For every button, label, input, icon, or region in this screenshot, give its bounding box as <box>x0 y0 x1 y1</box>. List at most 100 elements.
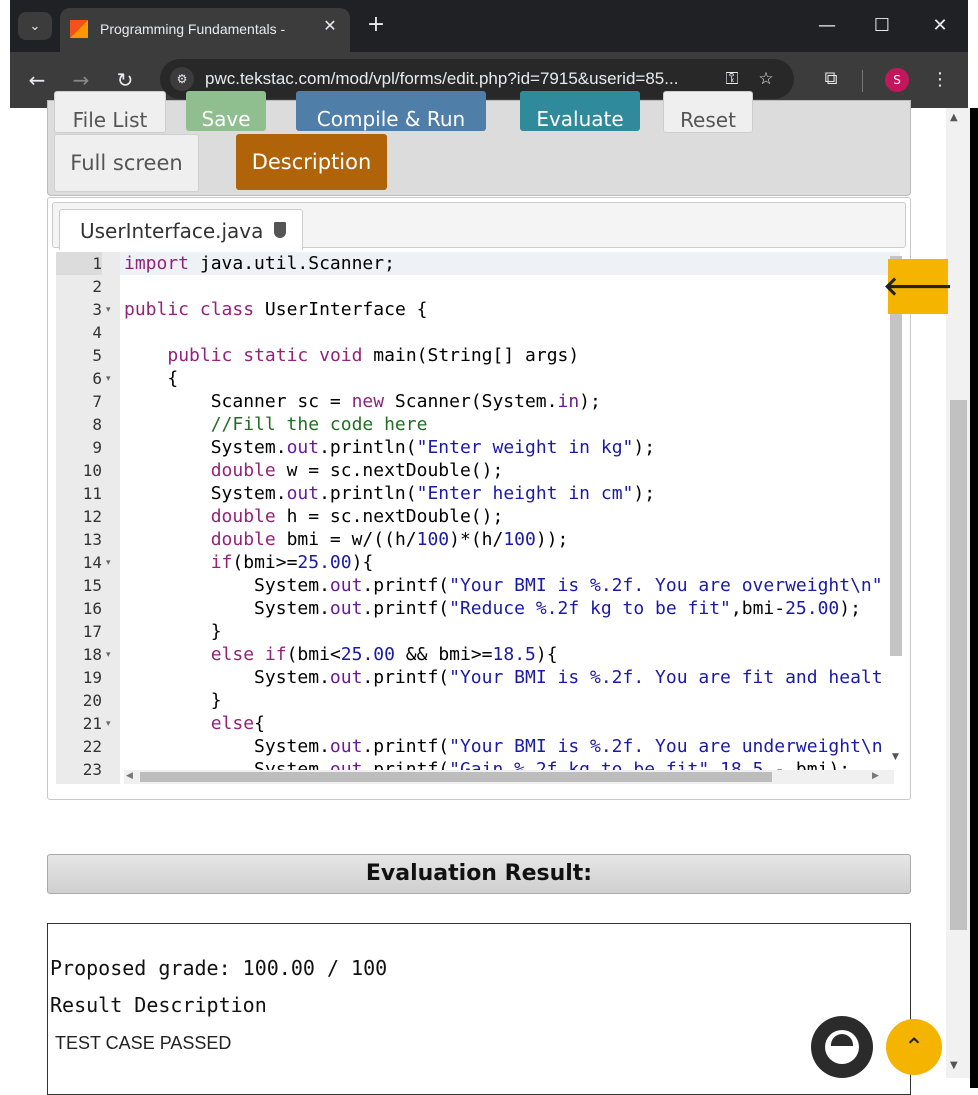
code-line[interactable]: 4 <box>56 321 902 344</box>
code-text[interactable]: } <box>124 689 222 712</box>
code-line[interactable]: 14 ▾ if(bmi>=25.00){ <box>56 551 902 574</box>
site-info-icon[interactable]: ⚙ <box>170 67 194 91</box>
fold-arrow-icon[interactable]: ▾ <box>106 650 111 660</box>
browser-menu-icon[interactable]: ⋮ <box>930 66 950 94</box>
bookmark-star-icon[interactable]: ☆ <box>754 67 778 91</box>
code-line[interactable]: 12 double h = sc.nextDouble(); <box>56 505 902 528</box>
code-text[interactable]: double w = sc.nextDouble(); <box>124 459 504 482</box>
editor-scroll-left-icon[interactable]: ◀ <box>126 771 133 781</box>
code-line[interactable]: 17 } <box>56 620 902 643</box>
code-text[interactable]: System.out.printf("Reduce %.2f kg to be … <box>124 597 861 620</box>
fold-arrow-icon[interactable]: ▾ <box>106 374 111 384</box>
code-text[interactable]: else if(bmi<25.00 && bmi>=18.5){ <box>124 643 558 666</box>
code-line[interactable]: 8 //Fill the code here <box>56 413 902 436</box>
fold-arrow-icon[interactable]: ▾ <box>106 558 111 568</box>
code-line[interactable]: 22 System.out.printf("Your BMI is %.2f. … <box>56 735 902 758</box>
new-tab-button[interactable]: + <box>362 12 390 40</box>
back-button[interactable]: ← <box>22 66 52 96</box>
code-editor[interactable]: 1 import java.util.Scanner; 2 3 ▾ public clas… <box>56 252 902 784</box>
description-button[interactable]: Description <box>236 134 387 190</box>
line-number: 8 <box>92 415 102 434</box>
evaluate-button[interactable]: Evaluate <box>520 91 640 131</box>
line-number: 17 <box>82 622 102 641</box>
help-chat-button[interactable] <box>811 1016 873 1078</box>
code-text[interactable]: System.out.printf("Your BMI is %.2f. You… <box>124 666 883 689</box>
toolbar-divider <box>862 70 863 92</box>
collapse-arrow-button[interactable]: 🡐 <box>883 259 953 314</box>
profile-avatar[interactable]: S <box>885 68 909 92</box>
code-line[interactable]: 11 System.out.println("Enter height in c… <box>56 482 902 505</box>
code-line[interactable]: 5 public static void main(String[] args) <box>56 344 902 367</box>
save-button[interactable]: Save <box>186 91 266 131</box>
code-text[interactable]: double h = sc.nextDouble(); <box>124 505 504 528</box>
line-number: 20 <box>82 691 102 710</box>
line-number: 6 <box>92 369 102 388</box>
url-text[interactable]: pwc.tekstac.com/mod/vpl/forms/edit.php?i… <box>205 69 678 89</box>
code-line[interactable]: 15 System.out.printf("Your BMI is %.2f. … <box>56 574 902 597</box>
compile-run-button[interactable]: Compile & Run <box>296 91 486 131</box>
line-number: 5 <box>92 346 102 365</box>
code-text[interactable]: System.out.printf("Your BMI is %.2f. You… <box>124 574 883 597</box>
editor-scroll-down-icon[interactable]: ▼ <box>892 752 899 762</box>
fullscreen-button[interactable]: Full screen <box>54 134 199 192</box>
page-scrollbar-thumb[interactable] <box>950 400 967 930</box>
code-line[interactable]: 20 } <box>56 689 902 712</box>
code-line[interactable]: 16 System.out.printf("Reduce %.2f kg to … <box>56 597 902 620</box>
line-number: 16 <box>82 599 102 618</box>
browser-tab[interactable]: Programming Fundamentals - ✕ <box>60 8 350 52</box>
close-window-button[interactable]: ✕ <box>925 12 955 40</box>
fold-arrow-icon[interactable]: ▾ <box>106 305 111 315</box>
code-line[interactable]: 21 ▾ else{ <box>56 712 902 735</box>
code-text[interactable]: else{ <box>124 712 265 735</box>
editor-scroll-right-icon[interactable]: ▶ <box>872 771 879 781</box>
code-text[interactable]: public class UserInterface { <box>124 298 427 321</box>
file-list-button[interactable]: File List <box>54 91 166 133</box>
editor-horizontal-scroll-thumb[interactable] <box>140 772 772 782</box>
code-line[interactable]: 7 Scanner sc = new Scanner(System.in); <box>56 390 902 413</box>
line-number: 21 <box>82 714 102 733</box>
scroll-to-top-button[interactable]: ⌃ <box>886 1019 942 1075</box>
tab-search-button[interactable]: ⌄ <box>18 12 52 40</box>
code-line[interactable]: 18 ▾ else if(bmi<25.00 && bmi>=18.5){ <box>56 643 902 666</box>
code-text[interactable]: } <box>124 620 222 643</box>
browser-titlebar: ⌄ Programming Fundamentals - ✕ + — ☐ ✕ <box>10 0 968 52</box>
maximize-button[interactable]: ☐ <box>867 12 897 40</box>
code-text[interactable]: if(bmi>=25.00){ <box>124 551 374 574</box>
line-number: 4 <box>92 323 102 342</box>
code-line[interactable]: 10 double w = sc.nextDouble(); <box>56 459 902 482</box>
code-line[interactable]: 13 double bmi = w/((h/100)*(h/100)); <box>56 528 902 551</box>
code-line[interactable]: 19 System.out.printf("Your BMI is %.2f. … <box>56 666 902 689</box>
extensions-icon[interactable]: ⧉ <box>818 68 844 94</box>
code-text[interactable]: public static void main(String[] args) <box>124 344 579 367</box>
code-text[interactable]: System.out.println("Enter height in cm")… <box>124 482 655 505</box>
editor-vertical-scroll-thumb[interactable] <box>890 256 902 656</box>
code-text[interactable]: double bmi = w/((h/100)*(h/100)); <box>124 528 569 551</box>
code-line[interactable]: 2 <box>56 275 902 298</box>
vpl-action-panel: File List Save Compile & Run Evaluate Re… <box>47 91 911 196</box>
scroll-down-arrow-icon[interactable]: ▼ <box>950 1060 958 1071</box>
code-line[interactable]: 9 System.out.println("Enter weight in kg… <box>56 436 902 459</box>
code-line[interactable]: 6 ▾ { <box>56 367 902 390</box>
close-tab-icon[interactable]: ✕ <box>320 16 340 36</box>
test-case-status: TEST CASE PASSED <box>55 1033 232 1053</box>
line-number: 22 <box>82 737 102 756</box>
reset-button[interactable]: Reset <box>663 91 753 133</box>
site-favicon-icon <box>70 20 88 38</box>
code-editor-panel: UserInterface.java 1 import java.util.Sca… <box>47 197 911 800</box>
code-line[interactable]: 1 import java.util.Scanner; <box>56 252 902 275</box>
code-text[interactable]: System.out.printf("Your BMI is %.2f. You… <box>124 735 883 758</box>
code-line[interactable]: 3 ▾ public class UserInterface { <box>56 298 902 321</box>
code-text[interactable]: import java.util.Scanner; <box>124 252 395 275</box>
password-key-icon[interactable]: ⚿ <box>720 67 744 91</box>
code-text[interactable]: Scanner sc = new Scanner(System.in); <box>124 390 601 413</box>
line-number: 18 <box>82 645 102 664</box>
code-text[interactable]: System.out.println("Enter weight in kg")… <box>124 436 655 459</box>
file-tab-label: UserInterface.java <box>80 219 264 243</box>
minimize-button[interactable]: — <box>812 12 842 40</box>
code-text[interactable]: //Fill the code here <box>124 413 428 436</box>
fold-arrow-icon[interactable]: ▾ <box>106 719 111 729</box>
code-text[interactable]: { <box>124 367 178 390</box>
file-tab-bar: UserInterface.java <box>52 202 906 250</box>
scroll-up-arrow-icon[interactable]: ▲ <box>950 112 958 123</box>
file-tab[interactable]: UserInterface.java <box>59 209 303 250</box>
